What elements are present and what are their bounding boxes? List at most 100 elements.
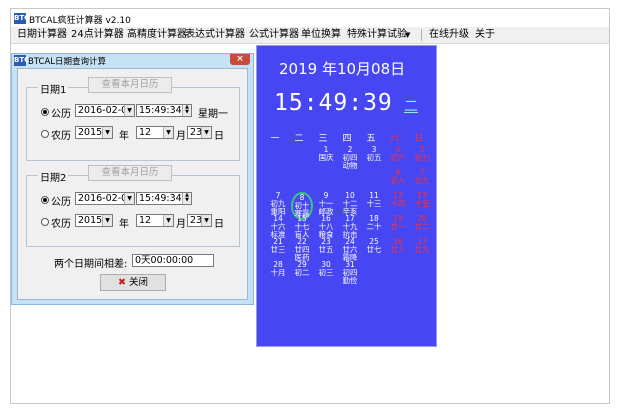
close-button[interactable]: ✖ 关闭 <box>100 274 166 291</box>
calendar-day-cell[interactable]: 15 十七 盲人 <box>291 215 313 239</box>
date1-solar-label: 公历 <box>51 109 71 120</box>
calendar-day-cell[interactable]: 28 十月 <box>267 261 289 277</box>
calendar-day-cell[interactable]: 27 廿九 <box>411 238 433 254</box>
date1-time-spinner[interactable]: 15:49:34 ▲ ▼ <box>136 104 192 117</box>
difference-field[interactable]: 0天00:00:00 <box>132 254 214 267</box>
dropdown-arrow-icon: ▼ <box>201 215 211 226</box>
calendar-day-cell[interactable]: 7 初九 <box>411 169 433 185</box>
date2-time-spinner[interactable]: 15:49:34 ▲ ▼ <box>136 192 192 205</box>
date1-time-value: 15:49:34 <box>139 105 182 116</box>
date1-solar-radio[interactable] <box>41 108 49 116</box>
date1-label: 日期1 <box>38 81 69 96</box>
calendar-day-cell[interactable]: 14 十六 标准 <box>267 215 289 239</box>
weekday-label: 三 <box>318 134 328 144</box>
menu-date-calculator[interactable]: 日期计算器 <box>17 28 67 42</box>
lunar-day-label: 初二 <box>294 268 310 277</box>
date2-lunar-day-select[interactable]: 23 ▼ <box>187 214 212 227</box>
calendar-day-cell[interactable]: 9 十一 邮政 <box>315 192 337 216</box>
menu-high-precision[interactable]: 高精度计算器 <box>127 28 187 42</box>
calendar-day-cell[interactable]: 17 十九 抗击 <box>339 215 361 239</box>
calendar-day-cell[interactable]: 22 廿四 医药 <box>291 238 313 262</box>
calendar-day-cell[interactable]: 30 初三 <box>315 261 337 277</box>
dialog-title: BTCAL日期查询计算 <box>28 57 107 67</box>
date2-view-month-button[interactable]: 查看本月日历 <box>88 165 172 181</box>
dropdown-arrow-icon: ▼ <box>163 127 173 138</box>
calendar-day-cell[interactable]: 16 十八 粮食 <box>315 215 337 239</box>
calendar-day-cell[interactable]: 13 十五 <box>411 192 433 208</box>
menu-unit-conversion[interactable]: 单位换算 <box>301 28 341 42</box>
date2-group <box>26 175 240 247</box>
festival-label: 勤俭 <box>342 276 358 285</box>
date1-solar-date-picker[interactable]: 2016-02-01 ▼ <box>75 104 135 117</box>
title-bar: BTC BTCAL疯狂计算器 v2.10 <box>11 9 609 27</box>
calendar-day-cell[interactable]: 6 初八 <box>387 169 409 185</box>
dropdown-arrow-icon: ▼ <box>201 127 211 138</box>
dialog-title-bar: BTC BTCAL日期查询计算 × <box>12 54 253 67</box>
date2-year-unit: 年 <box>119 219 129 230</box>
menu-online-update[interactable]: 在线升级 <box>429 28 469 42</box>
weekday-label: 六 <box>390 134 400 144</box>
calendar-day-cell[interactable]: 1 国庆 <box>315 146 337 162</box>
calendar-day-cell[interactable]: 10 十二 辛亥 <box>339 192 361 216</box>
calendar-day-cell[interactable]: 26 廿八 <box>387 238 409 254</box>
calendar-day-cell[interactable]: 2 初四 动物 <box>339 146 361 170</box>
chevron-down-icon[interactable]: ▼ <box>405 28 410 42</box>
dropdown-arrow-icon: ▼ <box>124 105 134 116</box>
calendar-day-cell[interactable]: 23 廿五 <box>315 238 337 254</box>
menu-bar: 日期计算器 24点计算器 高精度计算器 表达式计算器 公式计算器 单位换算 特殊… <box>11 27 609 44</box>
calendar-clock: 15:49:39 <box>274 90 393 116</box>
lunar-day-label: 十五 <box>414 199 430 208</box>
calendar-day-cell[interactable]: 7 初九 重阳 <box>267 192 289 216</box>
date1-lunar-day-select[interactable]: 23 ▼ <box>187 126 212 139</box>
dropdown-arrow-icon: ▼ <box>124 193 134 204</box>
close-icon[interactable]: × <box>230 54 250 65</box>
menu-about[interactable]: 关于 <box>475 28 495 42</box>
calendar-day-cell[interactable]: 18 二十 <box>363 215 385 231</box>
app-icon: BTC <box>14 13 30 24</box>
dropdown-arrow-icon: ▼ <box>102 127 112 138</box>
date2-day-unit: 日 <box>214 219 224 230</box>
calendar-day-cell[interactable]: 20 廿二 <box>411 215 433 231</box>
calendar-day-cell[interactable]: 5 初七 <box>411 146 433 162</box>
weekday-label: 四 <box>342 134 352 144</box>
calendar-day-cell[interactable]: 29 初二 <box>291 261 313 277</box>
date2-solar-date-picker[interactable]: 2016-02-01 ▼ <box>75 192 135 205</box>
calendar-day-cell[interactable]: 4 初六 <box>387 146 409 162</box>
date1-lunar-year-select[interactable]: 2015 ▼ <box>75 126 113 139</box>
lunar-day-label: 廿九 <box>414 245 430 254</box>
lunar-day-label: 廿七 <box>366 245 382 254</box>
calendar-day-cell[interactable]: 24 廿六 霜降 <box>339 238 361 262</box>
menu-expression[interactable]: 表达式计算器 <box>185 28 245 42</box>
calendar-day-cell[interactable]: 3 初五 <box>363 146 385 162</box>
date1-lunar-radio[interactable] <box>41 130 49 138</box>
calendar-day-cell[interactable]: 19 廿一 <box>387 215 409 231</box>
date1-lunar-month-select[interactable]: 12 ▼ <box>136 126 174 139</box>
date2-lunar-radio[interactable] <box>41 218 49 226</box>
lunar-day-label: 初七 <box>414 153 430 162</box>
weekday-header-row: 一二三四五六日 <box>265 131 433 144</box>
date2-lunar-label: 农历 <box>51 219 71 230</box>
date1-lunar-year-value: 2015 <box>78 127 103 138</box>
date1-view-month-button[interactable]: 查看本月日历 <box>88 77 172 93</box>
lunar-day-label: 初九 <box>414 176 430 185</box>
dialog-body: 日期1 查看本月日历 公历 2016-02-01 ▼ 15:49:34 ▲ ▼ 星期一… <box>17 68 248 300</box>
calendar-day-cell[interactable]: 25 廿七 <box>363 238 385 254</box>
date1-year-unit: 年 <box>119 131 129 142</box>
menu-24-point[interactable]: 24点计算器 <box>71 28 124 42</box>
date2-lunar-month-select[interactable]: 12 ▼ <box>136 214 174 227</box>
calendar-day-cell[interactable]: 11 十三 <box>363 192 385 208</box>
date2-lunar-month-value: 12 <box>139 215 152 226</box>
menu-special-experiments[interactable]: 特殊计算试验 <box>347 28 407 42</box>
window-title: BTCAL疯狂计算器 v2.10 <box>29 16 131 26</box>
date2-label: 日期2 <box>38 169 69 184</box>
calendar-day-cell[interactable]: 21 廿三 <box>267 238 289 254</box>
weekday-label: 日 <box>414 134 424 144</box>
calendar-day-cell[interactable]: 31 初四 勤俭 <box>339 261 361 285</box>
main-window: BTC BTCAL疯狂计算器 v2.10 日期计算器 24点计算器 高精度计算器… <box>10 8 610 404</box>
menu-formula[interactable]: 公式计算器 <box>249 28 299 42</box>
dialog-app-icon: BTC <box>14 55 30 66</box>
date2-solar-radio[interactable] <box>41 196 49 204</box>
calendar-day-cell[interactable]: 12 十四 <box>387 192 409 208</box>
date2-lunar-year-select[interactable]: 2015 ▼ <box>75 214 113 227</box>
date2-solar-label: 公历 <box>51 197 71 208</box>
